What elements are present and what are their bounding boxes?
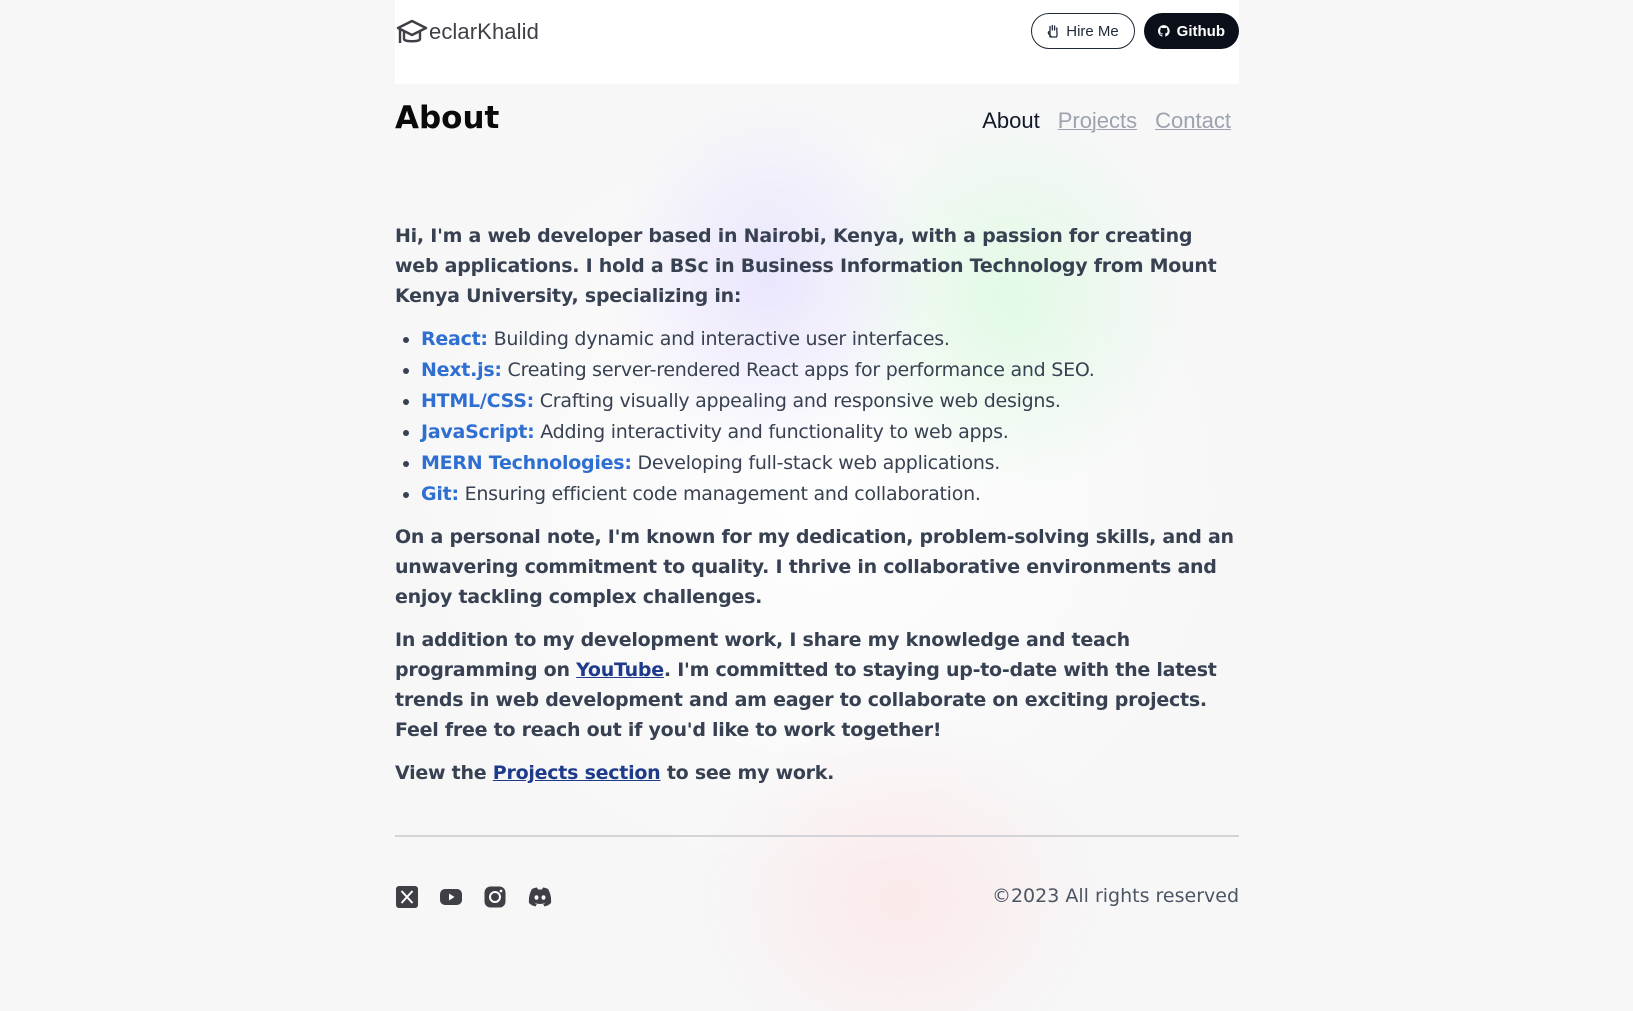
logo-text: eclarKhalid bbox=[429, 19, 539, 44]
graduation-cap-icon bbox=[396, 19, 428, 43]
page-container: eclarKhalid Hire Me Github About About P… bbox=[395, 0, 1239, 957]
x-icon[interactable] bbox=[395, 885, 419, 909]
skill-name: JavaScript: bbox=[421, 421, 535, 443]
skill-desc: Crafting visually appealing and responsi… bbox=[533, 390, 1061, 412]
projects-section-link[interactable]: Projects section bbox=[493, 762, 661, 784]
skill-name: Git: bbox=[421, 483, 459, 505]
discord-icon[interactable] bbox=[527, 885, 552, 909]
nav-about[interactable]: About bbox=[982, 108, 1040, 134]
view-after: to see my work. bbox=[660, 762, 835, 784]
skill-item: JavaScript: Adding interactivity and fun… bbox=[421, 417, 1239, 448]
social-links bbox=[395, 885, 552, 909]
hand-icon bbox=[1047, 24, 1058, 38]
view-paragraph: View the Projects section to see my work… bbox=[395, 758, 1239, 788]
header-actions: Hire Me Github bbox=[1031, 13, 1239, 49]
main-nav: About Projects Contact bbox=[982, 108, 1231, 134]
skill-item: MERN Technologies: Developing full-stack… bbox=[421, 448, 1239, 479]
site-logo[interactable]: eclarKhalid bbox=[395, 16, 539, 48]
github-label: Github bbox=[1176, 22, 1225, 40]
skill-desc: Adding interactivity and functionality t… bbox=[534, 421, 1009, 443]
github-button[interactable]: Github bbox=[1144, 13, 1239, 49]
skill-desc: Creating server-rendered React apps for … bbox=[501, 359, 1095, 381]
site-header: eclarKhalid Hire Me Github bbox=[395, 0, 1239, 84]
skill-desc: Building dynamic and interactive user in… bbox=[487, 328, 950, 350]
teach-paragraph: In addition to my development work, I sh… bbox=[395, 625, 1239, 745]
skill-name: MERN Technologies: bbox=[421, 452, 632, 474]
skill-item: Git: Ensuring efficient code management … bbox=[421, 479, 1239, 510]
site-footer: ©2023 All rights reserved bbox=[395, 837, 1239, 957]
hire-me-label: Hire Me bbox=[1066, 22, 1119, 40]
skill-name: HTML/CSS: bbox=[421, 390, 534, 412]
skill-item: Next.js: Creating server-rendered React … bbox=[421, 355, 1239, 386]
copyright-text: ©2023 All rights reserved bbox=[991, 885, 1239, 907]
skill-desc: Developing full-stack web applications. bbox=[631, 452, 1001, 474]
page-title: About bbox=[395, 100, 500, 136]
instagram-icon[interactable] bbox=[483, 885, 507, 909]
skill-name: Next.js: bbox=[421, 359, 502, 381]
hire-me-button[interactable]: Hire Me bbox=[1031, 13, 1135, 49]
title-row: About About Projects Contact bbox=[395, 84, 1239, 194]
youtube-icon[interactable] bbox=[439, 885, 463, 909]
skill-item: React: Building dynamic and interactive … bbox=[421, 324, 1239, 355]
personal-paragraph: On a personal note, I'm known for my ded… bbox=[395, 526, 1234, 608]
view-before: View the bbox=[395, 762, 493, 784]
skill-name: React: bbox=[421, 328, 488, 350]
skill-item: HTML/CSS: Crafting visually appealing an… bbox=[421, 386, 1239, 417]
about-content: Hi, I'm a web developer based in Nairobi… bbox=[395, 221, 1239, 788]
youtube-link[interactable]: YouTube bbox=[576, 659, 664, 681]
nav-contact[interactable]: Contact bbox=[1155, 108, 1231, 134]
nav-projects[interactable]: Projects bbox=[1058, 108, 1137, 134]
skill-desc: Ensuring efficient code management and c… bbox=[458, 483, 981, 505]
intro-paragraph: Hi, I'm a web developer based in Nairobi… bbox=[395, 225, 1217, 307]
skills-list: React: Building dynamic and interactive … bbox=[395, 324, 1239, 510]
github-icon bbox=[1158, 25, 1170, 37]
